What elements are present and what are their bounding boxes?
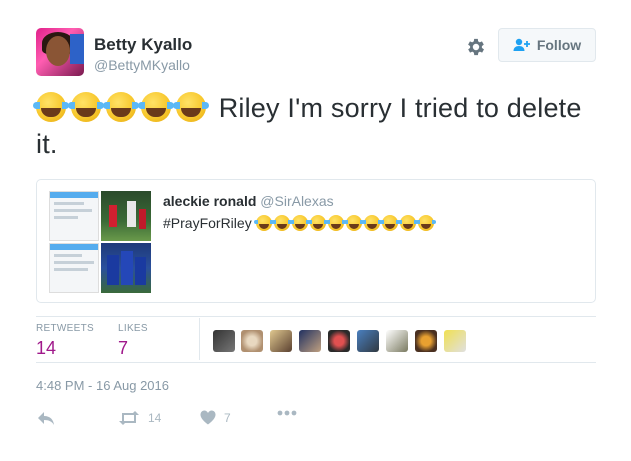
divider bbox=[36, 316, 596, 317]
tears-of-joy-emoji bbox=[271, 215, 292, 231]
tweet-timestamp[interactable]: 4:48 PM - 16 Aug 2016 bbox=[36, 378, 169, 393]
retweets-stat[interactable]: RETWEETS 14 bbox=[36, 323, 94, 359]
follow-button[interactable]: Follow bbox=[498, 28, 596, 62]
more-icon bbox=[277, 410, 297, 416]
liker-avatar[interactable] bbox=[357, 330, 379, 352]
retweet-icon bbox=[119, 411, 139, 425]
likes-stat[interactable]: LIKES 7 bbox=[118, 323, 148, 359]
tears-of-joy-emoji bbox=[173, 92, 209, 122]
stats-separator bbox=[199, 318, 200, 360]
likes-label: LIKES bbox=[118, 323, 148, 334]
author-name[interactable]: Betty Kyallo bbox=[94, 35, 192, 55]
liker-avatar[interactable] bbox=[444, 330, 466, 352]
tears-of-joy-emoji bbox=[325, 215, 346, 231]
liker-avatar[interactable] bbox=[213, 330, 235, 352]
likes-count: 7 bbox=[118, 338, 129, 358]
tears-of-joy-emoji bbox=[289, 215, 310, 231]
quoted-screenshot-image bbox=[49, 191, 99, 241]
liker-avatar[interactable] bbox=[386, 330, 408, 352]
quoted-photo-image bbox=[101, 243, 151, 293]
tears-of-joy-emoji bbox=[343, 215, 364, 231]
follow-label: Follow bbox=[536, 37, 582, 53]
tears-of-joy-emoji bbox=[33, 92, 69, 122]
liker-avatar[interactable] bbox=[270, 330, 292, 352]
quoted-hashtag[interactable]: #PrayForRiley bbox=[163, 215, 252, 231]
quoted-text: #PrayForRiley bbox=[163, 215, 436, 231]
liker-avatar[interactable] bbox=[328, 330, 350, 352]
quoted-author-name: aleckie ronald bbox=[163, 193, 257, 209]
tears-of-joy-emoji bbox=[103, 92, 139, 122]
retweet-count: 14 bbox=[148, 411, 162, 425]
divider bbox=[36, 362, 596, 363]
quoted-screenshot-image bbox=[49, 243, 99, 293]
reply-icon bbox=[38, 412, 54, 425]
heart-icon bbox=[200, 410, 216, 425]
gear-icon[interactable] bbox=[465, 36, 487, 58]
tears-of-joy-emoji bbox=[253, 215, 274, 231]
follow-person-icon bbox=[513, 38, 530, 51]
quoted-author-handle: @SirAlexas bbox=[260, 193, 334, 209]
liker-avatar[interactable] bbox=[241, 330, 263, 352]
tears-of-joy-emoji bbox=[361, 215, 382, 231]
tears-of-joy-emoji bbox=[397, 215, 418, 231]
retweets-label: RETWEETS bbox=[36, 323, 94, 334]
liker-avatar[interactable] bbox=[415, 330, 437, 352]
author-handle[interactable]: @BettyMKyallo bbox=[94, 57, 190, 73]
tears-of-joy-emoji bbox=[379, 215, 400, 231]
quoted-photo-image bbox=[101, 191, 151, 241]
like-count: 7 bbox=[224, 410, 231, 425]
tears-of-joy-emoji bbox=[307, 215, 328, 231]
retweets-count: 14 bbox=[36, 338, 57, 358]
tweet-text: Riley I'm sorry I tried to delete it. bbox=[33, 90, 596, 162]
tears-of-joy-emoji bbox=[138, 92, 174, 122]
retweet-button[interactable]: 14 bbox=[118, 410, 161, 426]
more-button[interactable] bbox=[277, 410, 297, 416]
reply-button[interactable] bbox=[36, 410, 56, 426]
tears-of-joy-emoji bbox=[415, 215, 436, 231]
author-avatar[interactable] bbox=[36, 28, 84, 76]
liker-avatar[interactable] bbox=[299, 330, 321, 352]
like-button[interactable]: 7 bbox=[200, 410, 231, 425]
quoted-author[interactable]: aleckie ronald @SirAlexas bbox=[163, 193, 334, 209]
tears-of-joy-emoji bbox=[68, 92, 104, 122]
